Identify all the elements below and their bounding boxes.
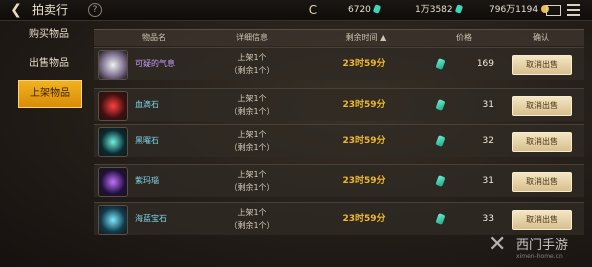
item-price: 31 [482,176,494,186]
item-price: 169 [476,59,494,69]
item-detail: 上架1个 （剩余1个） [224,51,280,77]
item-name: 可疑的气息 [135,59,175,68]
remaining-time: 23时59分 [342,214,386,224]
item-price: 32 [482,136,494,146]
listed-count: 上架1个 [237,208,267,217]
col-header-name: 物品名 [142,33,166,42]
gem-icon [435,135,446,147]
item-detail: 上架1个 （剩余1个） [224,128,280,154]
item-icon[interactable] [98,205,128,235]
item-name: 紫玛瑙 [135,176,159,185]
help-icon[interactable]: ? [88,3,102,17]
gem-icon [372,4,382,14]
table-row: 黑曜石 上架1个 （剩余1个） 23时59分 32 取消出售 [94,124,584,157]
table-row: 海蓝宝石 上架1个 （剩余1个） 23时59分 33 取消出售 [94,202,584,235]
remaining-time: 23时59分 [342,176,386,186]
sidebar-item-sell[interactable]: 出售物品 [18,51,80,77]
col-header-confirm: 确认 [533,33,549,42]
gem-icon [435,99,446,111]
col-header-detail: 详细信息 [236,33,268,42]
item-detail: 上架1个 （剩余1个） [224,168,280,194]
table-row: 紫玛瑙 上架1个 （剩余1个） 23时59分 31 取消出售 [94,164,584,197]
watermark-x-icon: ✕ [488,232,507,257]
remaining-time: 23时59分 [342,59,386,69]
col-header-time[interactable]: 剩余时间 ▲ [330,30,402,46]
remaining-count: （剩余1个） [229,183,275,192]
top-bar: ❮ 拍卖行 ? C 6720 1万3582 796万1194 [0,0,592,21]
item-icon[interactable] [98,167,128,197]
cancel-sale-button[interactable]: 取消出售 [512,172,572,192]
listed-count: 上架1个 [237,94,267,103]
cancel-sale-button[interactable]: 取消出售 [512,132,572,152]
item-icon[interactable] [98,127,128,157]
cancel-sale-button[interactable]: 取消出售 [512,96,572,116]
col-header-price: 价格 [456,33,472,42]
currency-gold-balance: 796万1194 [489,0,550,20]
sidebar-item-buy[interactable]: 购买物品 [18,22,80,48]
item-price: 33 [482,214,494,224]
menu-icon[interactable] [567,4,580,16]
watermark-site: ximen-home.cn [516,253,563,260]
remaining-count: （剩余1个） [229,143,275,152]
item-detail: 上架1个 （剩余1个） [224,206,280,232]
item-detail: 上架1个 （剩余1个） [224,92,280,118]
remaining-time: 23时59分 [342,136,386,146]
watermark-logo: ✕ 西门手游 ximen-home.cn [488,232,592,267]
item-name: 血滴石 [135,100,159,109]
listed-count: 上架1个 [237,170,267,179]
item-icon[interactable] [98,91,128,121]
gem-icon [435,175,446,187]
cancel-sale-button[interactable]: 取消出售 [512,210,572,230]
item-icon[interactable] [98,50,128,80]
sidebar-item-listed[interactable]: 上架物品 [18,80,82,108]
mail-icon[interactable] [546,5,561,16]
watermark-brand: 西门手游 [516,238,569,253]
cancel-sale-button[interactable]: 取消出售 [512,55,572,75]
table-row: 血滴石 上架1个 （剩余1个） 23时59分 31 取消出售 [94,88,584,121]
gem-icon [435,58,446,70]
gem-icon [454,4,463,14]
listed-count: 上架1个 [237,130,267,139]
item-name: 海蓝宝石 [135,214,167,223]
remaining-time: 23时59分 [342,100,386,110]
item-name: 黑曜石 [135,136,159,145]
remaining-count: （剩余1个） [229,107,275,116]
remaining-count: （剩余1个） [229,221,275,230]
table-row: 可疑的气息 上架1个 （剩余1个） 23时59分 169 取消出售 [94,47,584,80]
currency-gem-balance: 6720 [348,0,382,20]
remaining-count: （剩余1个） [229,66,275,75]
back-arrow-icon[interactable]: ❮ [4,1,28,19]
page-title: 拍卖行 [32,3,69,17]
item-price: 31 [482,100,494,110]
currency-bound-gem-balance: 1万3582 [415,0,463,20]
currency-c-icon: C [308,3,318,17]
table-header: 物品名 详细信息 剩余时间 ▲ 价格 确认 [94,29,584,46]
gem-icon [435,213,446,225]
listed-count: 上架1个 [237,53,267,62]
